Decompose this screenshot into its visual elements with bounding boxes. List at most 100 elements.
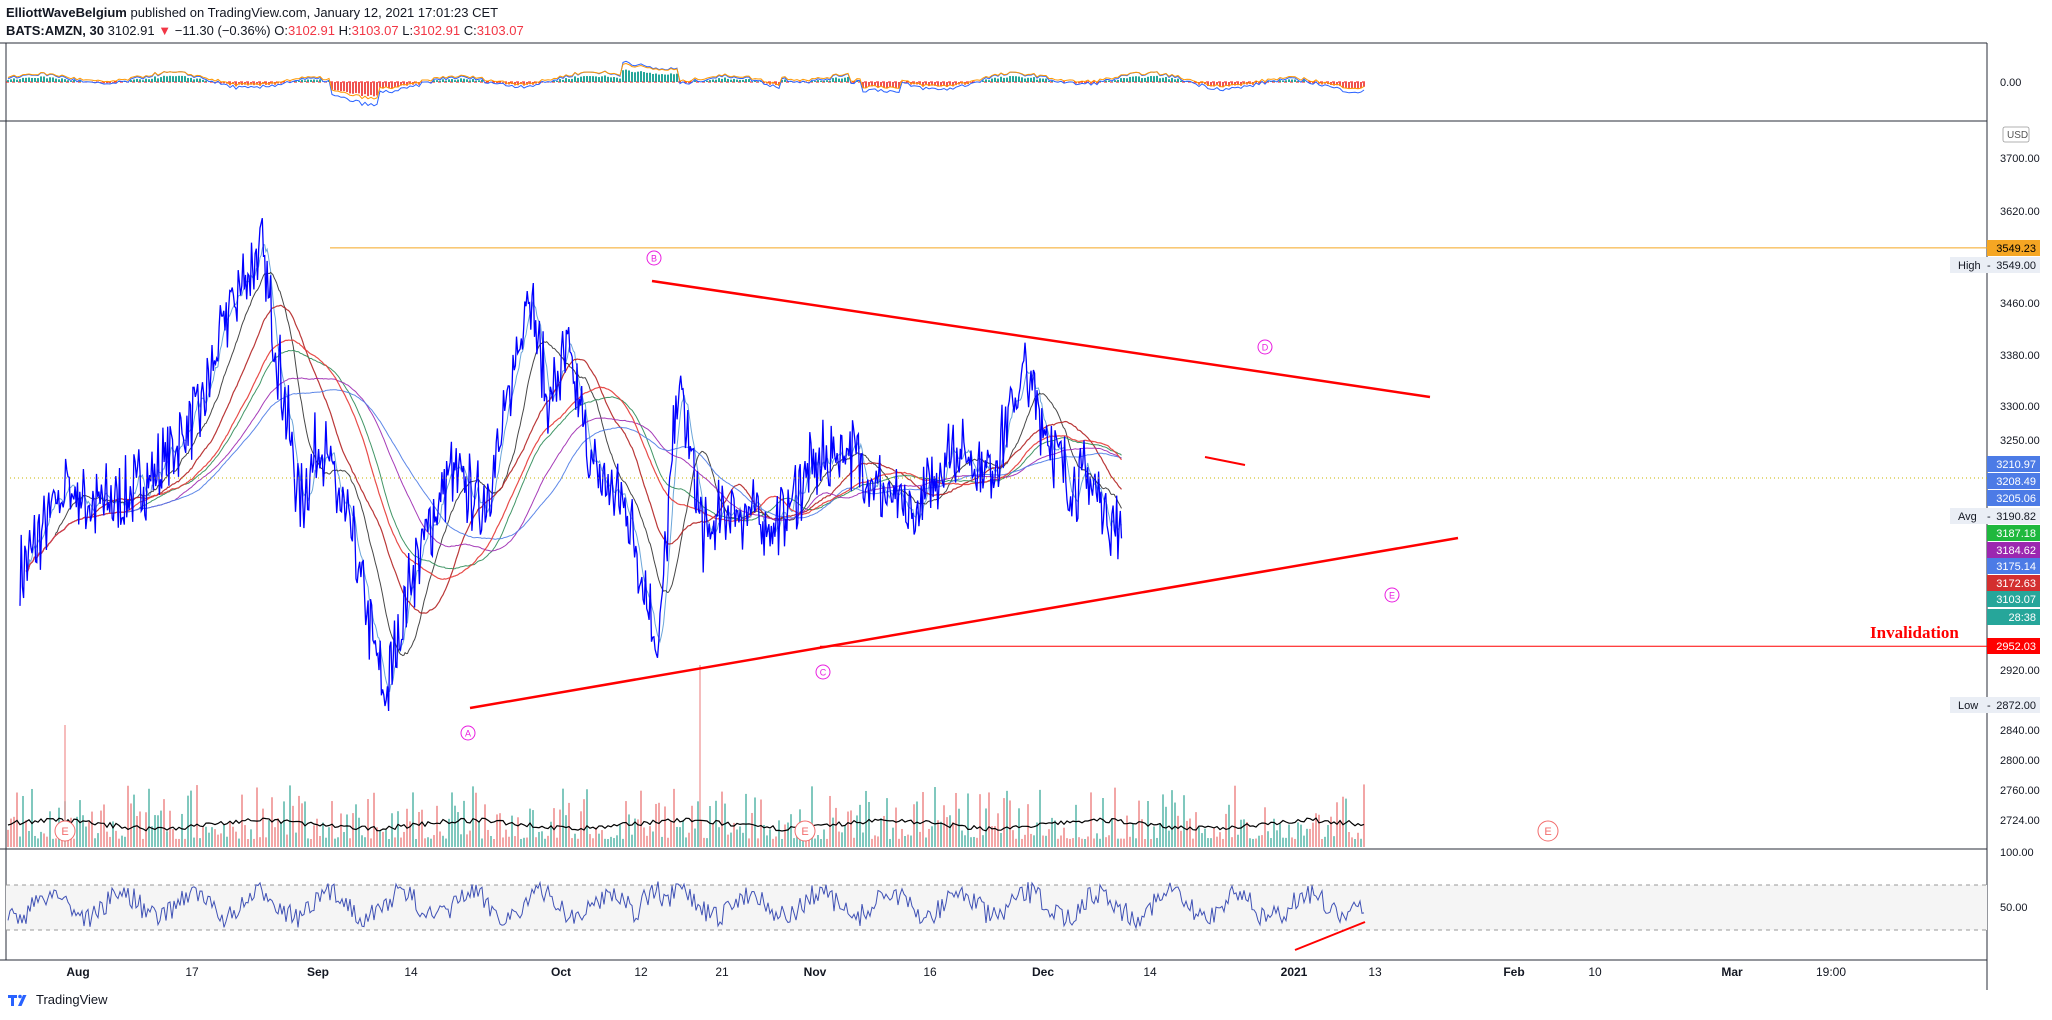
wave-label-d: D (1257, 339, 1273, 355)
event-marker: E (794, 820, 816, 842)
triangle-lower-trendline (469, 536, 1459, 710)
price-tag: 3172.63 (1987, 575, 2040, 591)
event-marker: E (1537, 820, 1559, 842)
time-tick-label: 14 (1143, 965, 1157, 979)
rsi-band (6, 885, 1987, 930)
price-tick-label: 3380.00 (2000, 350, 2040, 362)
price-tick-label: 2800.00 (2000, 755, 2040, 767)
wave-label-text: E (1389, 591, 1395, 601)
price-tag-label: 3549.23 (1996, 243, 2036, 255)
footer-brand: TradingView (36, 991, 108, 1007)
time-tick-label: Sep (307, 965, 329, 979)
drawings: Invalidation A B C D E E E E (10, 247, 1987, 842)
chart-canvas[interactable]: 0.00 Invalidation A B C D E E E E 100.00 50.00 37… (0, 0, 2052, 990)
price-tick-label: 2724.00 (2000, 815, 2040, 827)
time-tick-label: 2021 (1281, 965, 1308, 979)
invalidation-label: Invalidation (1870, 623, 1959, 642)
price-tag-label: 3208.49 (1996, 476, 2036, 488)
price-tag-label: 2952.03 (1996, 641, 2036, 653)
macd-zero-label: 0.00 (2000, 77, 2021, 89)
event-marker: E (54, 820, 76, 842)
time-axis: Aug 17 Sep 14 Oct 12 21 Nov 16 Dec 14 2021 13 Feb 10 Ma… (66, 965, 1846, 979)
price-tick-label: 2840.00 (2000, 725, 2040, 737)
price-tag-label: 3205.06 (1996, 493, 2036, 505)
tradingview-logo-icon (8, 994, 27, 1006)
low-stat-dash: - (1987, 700, 1991, 712)
macd-line (7, 60, 1365, 107)
price-tick-label: 2920.00 (2000, 665, 2040, 677)
rsi-tick-label: 100.00 (2000, 847, 2034, 859)
wave-label-text: B (651, 254, 657, 264)
price-tag: 3187.18 (1987, 525, 2040, 541)
time-tick-label: Dec (1032, 965, 1054, 979)
price-tag: 3208.49 (1987, 473, 2040, 489)
time-tick-label: Oct (551, 965, 571, 979)
minor-trendline (1204, 456, 1246, 466)
price-tag: 3175.14 (1987, 558, 2040, 574)
price-tag-label: 3175.14 (1996, 561, 2036, 573)
event-marker-text: E (61, 826, 68, 838)
price-axis: 3700.00 3620.00 3460.00 3380.00 3300.00 3250.… (1950, 126, 2040, 827)
time-tick-label: 19:00 (1816, 965, 1846, 979)
price-tag: 3210.97 (1987, 456, 2040, 472)
price-tag-label: 3172.63 (1996, 578, 2036, 590)
wave-label-c: C (815, 664, 831, 680)
high-stat-dash: - (1987, 260, 1991, 272)
pane-frames (0, 42, 1988, 990)
wave-label-e: E (1384, 587, 1400, 603)
price-tick-label: 2760.00 (2000, 785, 2040, 797)
price-tag-label: 3210.97 (1996, 459, 2036, 471)
time-tick-label: Nov (804, 965, 827, 979)
low-stat: Low -2872.00 (1950, 697, 2040, 713)
price-tick-label: 3460.00 (2000, 298, 2040, 310)
time-tick-label: 21 (715, 965, 729, 979)
time-tick-label: Feb (1503, 965, 1524, 979)
triangle-upper-trendline (651, 279, 1431, 399)
high-stat-label: High (1958, 260, 1981, 272)
avg-stat: Avg -3190.82 (1950, 508, 2040, 524)
event-marker-text: E (801, 826, 808, 838)
price-tick-label: 3700.00 (2000, 153, 2040, 165)
price-tick-label: 3620.00 (2000, 206, 2040, 218)
time-tick-label: Mar (1721, 965, 1743, 979)
rsi-tick-label: 50.00 (2000, 902, 2028, 914)
time-tick-label: 10 (1588, 965, 1602, 979)
price-series (19, 218, 1123, 712)
time-tick-label: 13 (1368, 965, 1382, 979)
price-tag: 3205.06 (1987, 490, 2040, 506)
event-marker-text: E (1544, 826, 1551, 838)
avg-stat-dash: - (1987, 511, 1991, 523)
high-stat: High -3549.00 (1950, 257, 2040, 273)
price-tick-label: 3250.00 (2000, 435, 2040, 447)
wave-label-text: C (820, 668, 827, 678)
price-tag: 28:38 (1987, 609, 2040, 625)
time-tick-label: 17 (185, 965, 199, 979)
time-tick-label: 14 (404, 965, 418, 979)
price-tag-label: 28:38 (2008, 612, 2036, 624)
price-tag: 3549.23 (1987, 240, 2040, 256)
wave-label-text: A (465, 729, 471, 739)
currency-label: USD (2007, 130, 2028, 141)
low-stat-value: 2872.00 (1996, 700, 2036, 712)
high-stat-value: 3549.00 (1996, 260, 2036, 272)
low-stat-label: Low (1958, 700, 1978, 712)
price-line (19, 218, 1123, 712)
time-tick-label: 16 (923, 965, 937, 979)
time-tick-label: 12 (634, 965, 648, 979)
price-tag: 3103.07 (1987, 591, 2040, 607)
time-tick-label: Aug (66, 965, 89, 979)
price-tag: 2952.03 (1987, 638, 2040, 654)
price-tick-label: 3300.00 (2000, 401, 2040, 413)
price-tag-label: 3187.18 (1996, 528, 2036, 540)
volume-bars (7, 665, 1365, 847)
price-tag: 3184.62 (1987, 542, 2040, 558)
price-tag-label: 3103.07 (1996, 594, 2036, 606)
rsi-pane: 100.00 50.00 (6, 847, 2034, 951)
ma-black (25, 271, 1122, 657)
avg-stat-label: Avg (1958, 511, 1977, 523)
wave-label-text: D (1262, 343, 1269, 353)
macd-pane: 0.00 (6, 60, 2021, 107)
wave-label-b: B (646, 250, 662, 266)
avg-stat-value: 3190.82 (1996, 511, 2036, 523)
footer: TradingView (6, 991, 108, 1007)
